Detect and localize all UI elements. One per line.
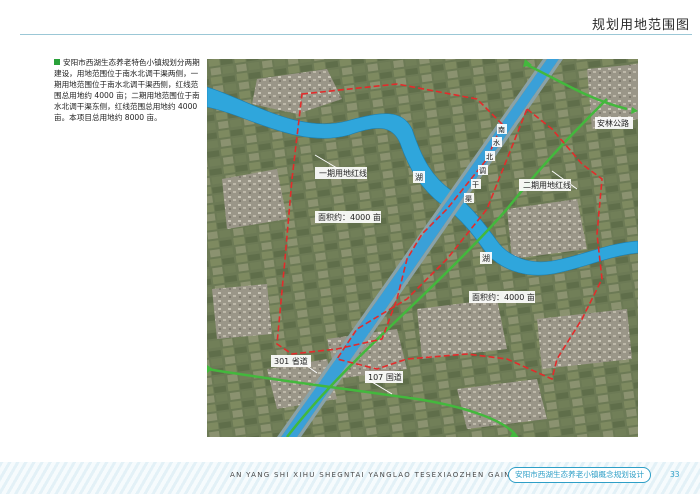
bullet-icon bbox=[54, 59, 60, 65]
footer-project-title: 安阳市西湖生态养老小镇概念规划设计 bbox=[508, 467, 652, 483]
canal-char-5: 干 bbox=[472, 181, 479, 189]
description-text: 安阳市西湖生态养老特色小镇规划分两期建设，用地范围位于南水北调干渠两侧，一期用地… bbox=[54, 58, 200, 123]
road-107-label: 107 国道 bbox=[368, 372, 402, 382]
site-boundary-map: 一期用地红线 二期用地红线 面积约：4000 亩 面积约：4000 亩 安林公路… bbox=[207, 59, 638, 437]
lake-label-2: 湖 bbox=[482, 254, 490, 263]
phase1-redline-label: 一期用地红线 bbox=[319, 168, 367, 178]
phase2-redline-label: 二期用地红线 bbox=[523, 180, 571, 190]
phase1-area-label: 面积约：4000 亩 bbox=[318, 212, 381, 222]
aerial-map-canvas: 一期用地红线 二期用地红线 面积约：4000 亩 面积约：4000 亩 安林公路… bbox=[207, 59, 638, 437]
page-number: 33 bbox=[670, 470, 680, 479]
canal-char-6: 渠 bbox=[465, 194, 472, 203]
page-title: 规划用地范围图 bbox=[591, 18, 690, 33]
header-divider bbox=[20, 34, 692, 35]
canal-char-3: 北 bbox=[486, 153, 493, 161]
canal-char-2: 水 bbox=[493, 138, 500, 147]
canal-char-4: 调 bbox=[479, 166, 486, 175]
road-301-label: 301 省道 bbox=[274, 356, 308, 366]
phase2-area-label: 面积约：4000 亩 bbox=[472, 292, 535, 302]
canal-char-1: 南 bbox=[498, 125, 505, 134]
lake-label-1: 湖 bbox=[415, 173, 423, 182]
road-anlin-label: 安林公路 bbox=[597, 118, 629, 128]
project-description: 安阳市西湖生态养老特色小镇规划分两期建设，用地范围位于南水北调干渠两侧，一期用地… bbox=[54, 57, 204, 124]
